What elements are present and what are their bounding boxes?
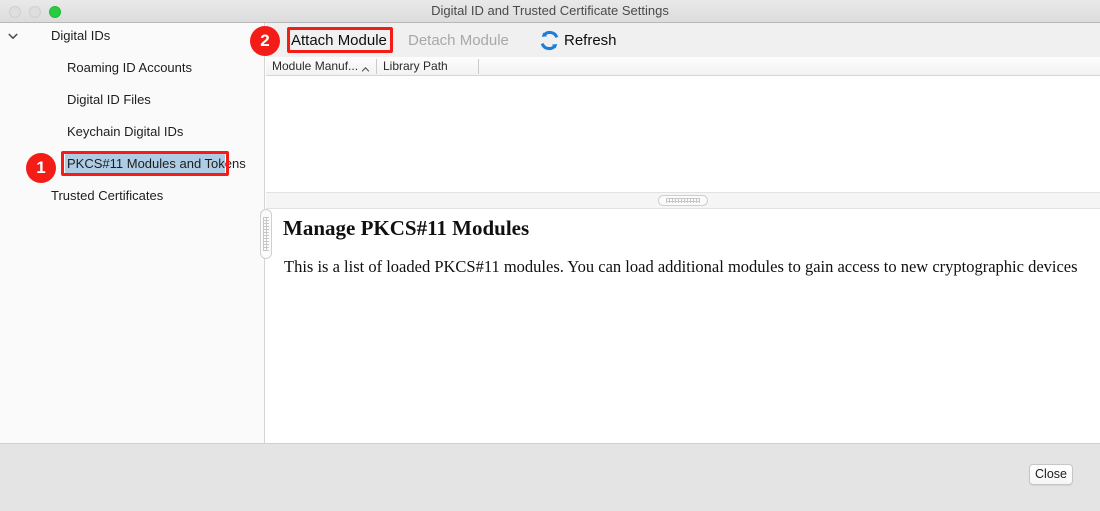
annotation-badge-1: 1 [26, 153, 56, 183]
column-header-library-path[interactable]: Library Path [383, 57, 448, 75]
sidebar-item-label: Keychain Digital IDs [67, 124, 184, 139]
detail-description: This is a list of loaded PKCS#11 modules… [284, 257, 1078, 276]
window-title: Digital ID and Trusted Certificate Setti… [431, 3, 669, 18]
sidebar-item-roaming-id-accounts[interactable]: Roaming ID Accounts [0, 58, 264, 78]
sidebar-item-label: Trusted Certificates [51, 188, 164, 203]
chevron-up-icon [361, 61, 370, 72]
sidebar-item-trusted-certificates[interactable]: Trusted Certificates [0, 186, 264, 206]
sidebar-item-label: PKCS#11 Modules and Tokens [67, 156, 246, 171]
sidebar: Digital IDs Roaming ID Accounts Digital … [0, 23, 265, 443]
grabber-texture [263, 217, 269, 251]
table-body-empty [266, 76, 1100, 192]
vertical-splitter-grabber[interactable] [260, 209, 272, 259]
refresh-button[interactable]: Refresh [564, 31, 617, 50]
column-divider[interactable] [376, 59, 377, 74]
sidebar-item-digital-id-files[interactable]: Digital ID Files [0, 90, 264, 110]
annotation-badge-2: 2 [250, 26, 280, 56]
table-column-header-row: Module Manuf... Library Path [266, 57, 1100, 76]
column-divider[interactable] [478, 59, 479, 74]
grabber-texture [666, 198, 700, 203]
chevron-down-icon[interactable] [6, 29, 20, 43]
toolbar: Attach Module Detach Module Refresh [266, 23, 1100, 57]
sidebar-item-label: Digital ID Files [67, 92, 151, 107]
sidebar-item-label: Roaming ID Accounts [67, 60, 193, 75]
footer-bar [0, 443, 1100, 511]
settings-window: Digital ID and Trusted Certificate Setti… [0, 0, 1100, 511]
attach-module-button[interactable]: Attach Module [291, 31, 387, 50]
window-titlebar: Digital ID and Trusted Certificate Setti… [0, 0, 1100, 23]
column-header-module-manufacturer[interactable]: Module Manuf... [272, 57, 358, 75]
detail-heading: Manage PKCS#11 Modules [283, 216, 530, 240]
refresh-icon[interactable] [537, 28, 562, 53]
horizontal-splitter[interactable] [266, 192, 1100, 209]
close-button[interactable]: Close [1029, 464, 1073, 485]
sidebar-item-keychain-digital-ids[interactable]: Keychain Digital IDs [0, 122, 264, 142]
sidebar-group-label: Digital IDs [51, 28, 111, 43]
detail-pane: Manage PKCS#11 Modules This is a list of… [266, 209, 1100, 443]
horizontal-splitter-grabber[interactable] [658, 195, 708, 206]
sidebar-group-digital-ids[interactable]: Digital IDs [0, 26, 264, 46]
detach-module-button: Detach Module [408, 32, 509, 49]
modules-table: Module Manuf... Library Path [266, 57, 1100, 192]
